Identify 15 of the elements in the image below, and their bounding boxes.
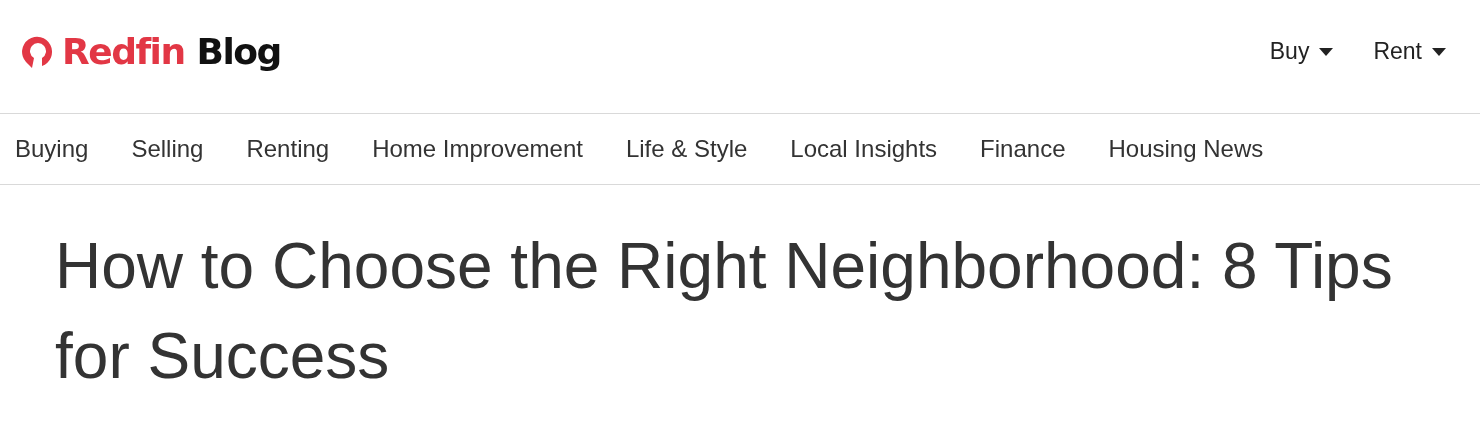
caret-icon [1432,47,1446,56]
category-link[interactable]: Home Improvement [372,135,583,163]
category-link[interactable]: Life & Style [625,135,748,163]
category-link[interactable]: Selling [131,135,204,163]
menu-dropdown[interactable]: Buy [1269,38,1334,65]
category-link[interactable]: Local Insights [790,135,938,163]
category-link[interactable]: Renting [246,135,330,163]
blog-title[interactable]: Blog [196,31,281,72]
category-link[interactable]: Finance [980,135,1066,163]
menu-dropdown[interactable]: Rent [1373,38,1446,65]
category-link[interactable]: Buying [15,135,89,163]
logo-text[interactable]: Redfin [62,31,185,72]
caret-icon [1319,47,1334,56]
article-title: How to Choose the Right Neighborhood: 8 Tips for Success [55,229,1394,394]
category-link[interactable]: Housing News [1108,135,1264,163]
